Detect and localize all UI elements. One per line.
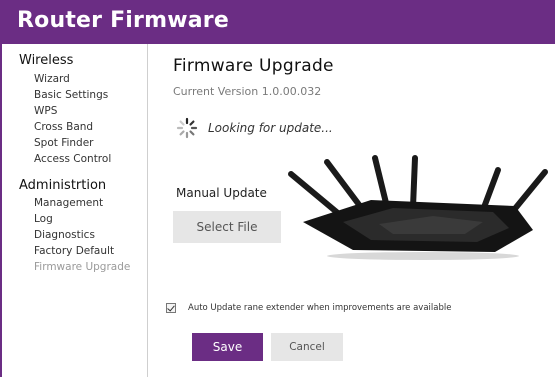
status-text: Looking for update... xyxy=(208,121,333,135)
main-content: Firmware Upgrade Current Version 1.0.00.… xyxy=(149,44,555,377)
save-button[interactable]: Save xyxy=(192,333,263,361)
loading-spinner-icon xyxy=(176,117,198,139)
sidebar: Wireless Wizard Basic Settings WPS Cross… xyxy=(0,44,148,377)
manual-update-label: Manual Update xyxy=(176,186,267,200)
sidebar-item-factory-default[interactable]: Factory Default xyxy=(34,245,114,257)
app-title: Router Firmware xyxy=(17,8,229,33)
sidebar-item-wizard[interactable]: Wizard xyxy=(34,73,70,85)
router-image xyxy=(288,155,548,260)
page-title: Firmware Upgrade xyxy=(173,56,334,76)
sidebar-section-administration: Administrtion xyxy=(19,178,107,193)
sidebar-section-wireless: Wireless xyxy=(19,53,74,68)
sidebar-item-management[interactable]: Management xyxy=(34,197,103,209)
sidebar-item-diagnostics[interactable]: Diagnostics xyxy=(34,229,95,241)
sidebar-item-spot-finder[interactable]: Spot Finder xyxy=(34,137,94,149)
current-version: Current Version 1.0.00.032 xyxy=(173,85,322,98)
sidebar-item-access-control[interactable]: Access Control xyxy=(34,153,111,165)
sidebar-item-wps[interactable]: WPS xyxy=(34,105,57,117)
auto-update-label: Auto Update rane extender when improveme… xyxy=(188,303,452,313)
app-header: Router Firmware xyxy=(0,0,555,44)
sidebar-item-cross-band[interactable]: Cross Band xyxy=(34,121,93,133)
sidebar-item-basic-settings[interactable]: Basic Settings xyxy=(34,89,108,101)
sidebar-item-firmware-upgrade[interactable]: Firmware Upgrade xyxy=(34,261,130,273)
auto-update-row: Auto Update rane extender when improveme… xyxy=(166,303,451,313)
auto-update-checkbox[interactable] xyxy=(166,303,176,313)
select-file-button[interactable]: Select File xyxy=(173,211,281,243)
sidebar-item-log[interactable]: Log xyxy=(34,213,53,225)
cancel-button[interactable]: Cancel xyxy=(271,333,343,361)
